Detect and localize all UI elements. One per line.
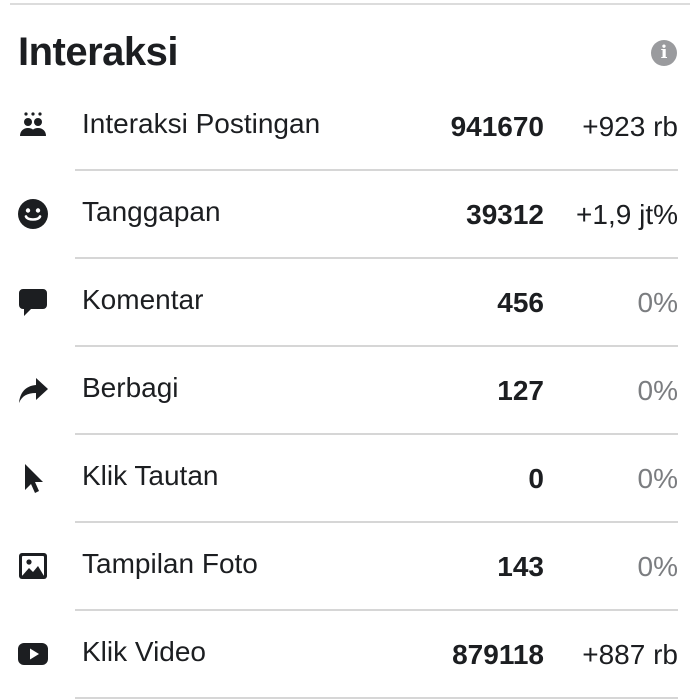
metric-change: 0% bbox=[637, 287, 678, 318]
metric-value: 39312 bbox=[466, 199, 544, 230]
group-icon bbox=[17, 110, 49, 142]
photo-icon bbox=[17, 550, 49, 582]
metric-change: 0% bbox=[637, 463, 678, 494]
metric-value: 456 bbox=[497, 287, 544, 318]
metric-change: +887 rb bbox=[582, 639, 678, 670]
video-icon bbox=[17, 638, 49, 670]
metric-row-link-clicks[interactable]: Klik Tautan 0 0% bbox=[25, 435, 678, 523]
metric-value: 941670 bbox=[450, 111, 544, 142]
cursor-icon bbox=[17, 462, 49, 494]
metric-change: +1,9 jt% bbox=[576, 199, 678, 230]
metric-row-photo-views[interactable]: Tampilan Foto 143 0% bbox=[19, 523, 678, 611]
share-icon bbox=[17, 374, 49, 406]
metric-label: Interaksi Postingan bbox=[82, 108, 321, 139]
metric-value: 0 bbox=[528, 463, 544, 494]
metric-change: +923 rb bbox=[582, 111, 678, 142]
metric-value: 143 bbox=[497, 551, 544, 582]
metric-row-reactions[interactable]: Tanggapan 39312 +1,9 jt% bbox=[18, 171, 678, 259]
metric-label: Klik Video bbox=[82, 636, 207, 667]
metric-label: Klik Tautan bbox=[82, 460, 219, 491]
metric-label: Berbagi bbox=[82, 372, 179, 403]
smiley-icon bbox=[17, 198, 49, 230]
metric-change: 0% bbox=[637, 375, 678, 406]
top-divider bbox=[10, 3, 690, 5]
metrics-list: Interaksi Postingan 941670 +923 rb Tangg… bbox=[0, 83, 700, 699]
metric-row-video-clicks[interactable]: Klik Video 879118 +887 rb bbox=[18, 611, 678, 699]
metric-row-post-interactions[interactable]: Interaksi Postingan 941670 +923 rb bbox=[20, 83, 678, 171]
metric-row-shares[interactable]: Berbagi 127 0% bbox=[19, 347, 678, 435]
metric-label: Tampilan Foto bbox=[82, 548, 258, 579]
metric-row-comments[interactable]: Komentar 456 0% bbox=[19, 259, 678, 347]
metric-label: Komentar bbox=[82, 284, 204, 315]
metric-label: Tanggapan bbox=[82, 196, 221, 227]
section-title: Interaksi bbox=[18, 30, 179, 74]
info-icon[interactable]: i bbox=[651, 40, 677, 66]
metric-change: 0% bbox=[637, 551, 678, 582]
metric-value: 127 bbox=[497, 375, 544, 406]
metric-value: 879118 bbox=[452, 639, 544, 670]
comment-icon bbox=[17, 286, 49, 318]
